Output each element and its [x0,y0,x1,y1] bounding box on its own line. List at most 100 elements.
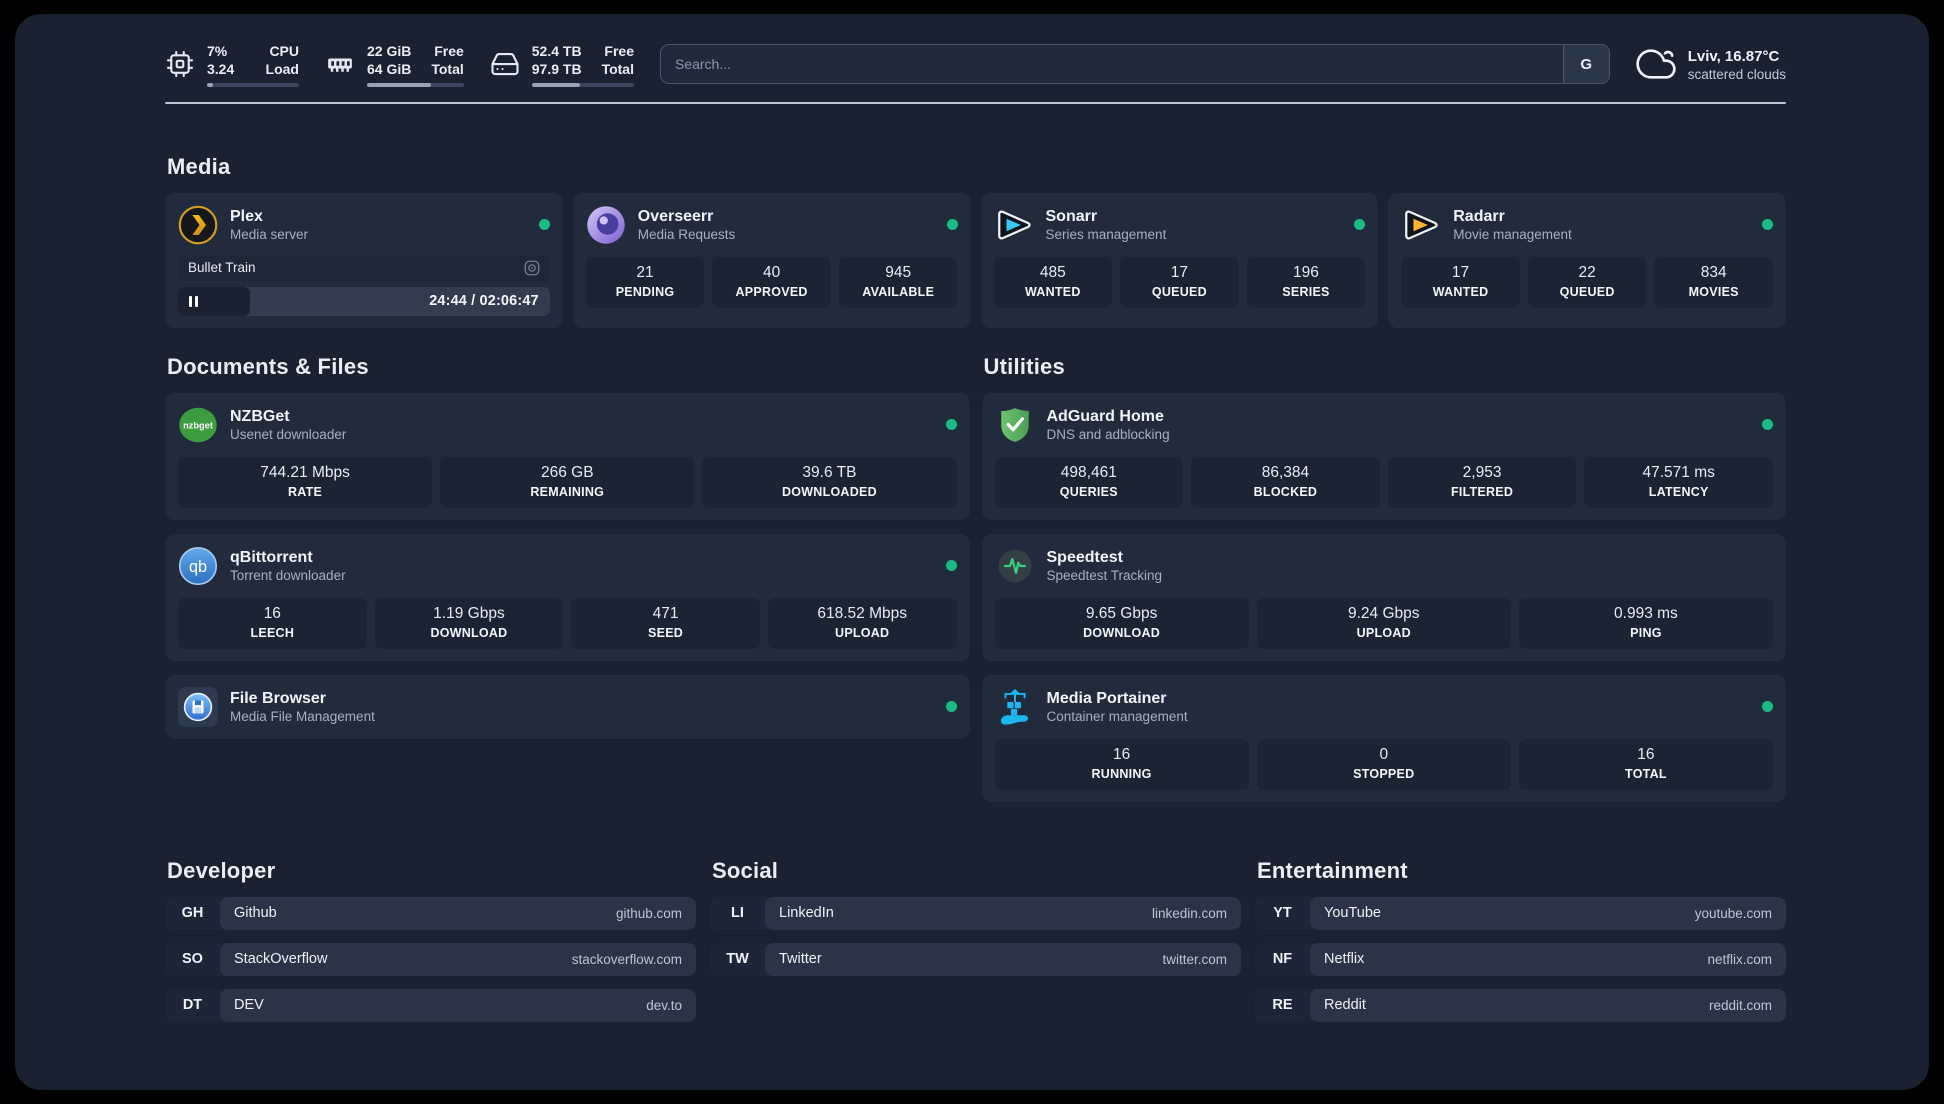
stat-download: 1.19 Gbps DOWNLOAD [374,597,564,649]
service-card-radarr[interactable]: Radarr Movie management 17 WANTED 22 QUE… [1388,192,1786,328]
memory-widget: 22 GiB 64 GiB Free Total [325,42,464,87]
memory-labels: Free Total [431,42,463,79]
resource-widgets: 7% 3.24 CPU Load 22 GiB 64 GiB Free Tota… [165,42,634,87]
service-title: Overseerr [637,207,714,225]
stat-series: 196 SERIES [1246,256,1366,308]
filebrowser-icon [178,686,218,727]
section-title-media: Media [167,153,231,179]
service-title: qBittorrent [230,548,313,566]
weather-condition: scattered clouds [1687,67,1786,83]
status-dot [945,701,957,713]
service-card-plex[interactable]: Plex Media server Bullet Train 24:44 / 0… [165,192,563,328]
stat-blocked: 86,384 BLOCKED [1191,456,1380,508]
cpu-usage-label: CPU [269,43,299,59]
service-card-overseerr[interactable]: Overseerr Media Requests 21 PENDING 40 A… [572,192,971,328]
bookmark-stackoverflow[interactable]: SO StackOverflow stackoverflow.com [165,942,696,976]
service-title: File Browser [230,689,327,707]
speedtest-icon [995,546,1035,586]
bookmark-linkedin[interactable]: LI LinkedIn linkedin.com [710,896,1241,930]
service-header-overseerr[interactable]: Overseerr Media Requests [586,205,958,245]
service-title: Sonarr [1045,207,1098,225]
service-card-filebrowser[interactable]: File Browser Media File Management [165,674,970,739]
weather-location: Lviv, 16.87°C [1687,47,1780,65]
bookmark-url: dev.to [646,997,682,1013]
service-subtitle: Torrent downloader [230,568,346,584]
svg-text:qb: qb [189,558,207,576]
service-title: Speedtest [1046,548,1123,566]
cpu-progress-fill [207,82,214,87]
bookmark-netflix[interactable]: NF Netflix netflix.com [1255,942,1786,976]
service-header-radarr[interactable]: Radarr Movie management [1401,205,1773,245]
service-card-portainer[interactable]: Media Portainer Container management 16 … [981,674,1786,802]
service-header-sonarr[interactable]: Sonarr Series management [994,205,1366,245]
stat-pending: 21 PENDING [585,256,705,308]
stat-ping: 0.993 ms PING [1518,597,1774,649]
bookmark-abbr: SO [182,951,203,968]
service-header-portainer[interactable]: Media Portainer Container management [995,687,1773,727]
stat-filtered: 2,953 FILTERED [1387,456,1577,508]
stat-queries: 498,461 QUERIES [994,456,1184,508]
bookmark-abbr: DT [182,997,203,1014]
bookmark-twitter[interactable]: TW Twitter twitter.com [710,942,1241,976]
status-dot [945,560,957,572]
memory-progress-fill [367,82,431,87]
disk-values: 52.4 TB 97.9 TB [532,42,582,79]
bookmark-name: Twitter [779,951,822,968]
bookmark-abbr: YT [1273,905,1292,922]
bookmark-url: stackoverflow.com [571,951,682,967]
bookmark-github[interactable]: GH Github github.com [165,896,696,930]
disk-labels: Free Total [602,42,634,79]
bookmark-abbr: RE [1272,997,1293,1014]
disk-widget: 52.4 TB 97.9 TB Free Total [490,42,634,87]
section-title-developer: Developer [167,857,276,883]
bookmark-name: DEV [234,997,264,1014]
service-header-filebrowser[interactable]: File Browser Media File Management [178,686,957,727]
stat-wanted: 485 WANTED [993,256,1113,308]
service-card-adguard[interactable]: AdGuard Home DNS and adblocking 498,461 … [981,392,1786,520]
bookmark-body: YouTube youtube.com [1310,896,1786,930]
service-header-qbittorrent[interactable]: qb qBittorrent Torrent downloader [178,546,957,586]
bookmark-name: Github [234,905,277,922]
stat-total: 16 TOTAL [1518,738,1774,790]
search-provider-button[interactable]: G [1562,45,1609,84]
section-utilities: Utilities AdGuard Home DNS and adblockin… [981,354,1786,802]
bookmark-reddit[interactable]: RE Reddit reddit.com [1255,988,1786,1022]
sonarr-icon [994,205,1034,245]
service-subtitle: DNS and adblocking [1046,427,1170,443]
cpu-labels: CPU Load [266,42,299,79]
status-dot [538,219,550,231]
weather-widget: Lviv, 16.87°C scattered clouds [1636,44,1786,84]
service-header-adguard[interactable]: AdGuard Home DNS and adblocking [995,405,1773,445]
now-playing-time: 24:44 / 02:06:47 [429,293,539,310]
disk-total-value: 97.9 TB [531,61,582,78]
qbittorrent-icon: qb [178,546,218,586]
memory-total-label: Total [431,61,464,78]
service-card-nzbget[interactable]: nzbget NZBGet Usenet downloader 744.21 M… [165,392,970,520]
service-card-sonarr[interactable]: Sonarr Series management 485 WANTED 17 Q… [980,192,1379,328]
search-input[interactable] [660,45,1563,84]
status-dot [946,219,958,231]
section-title-documents: Documents & Files [167,353,369,379]
plex-progress-bar[interactable]: 24:44 / 02:06:47 [178,286,550,316]
service-header-nzbget[interactable]: nzbget NZBGet Usenet downloader [178,405,957,445]
disk-free-label: Free [604,43,634,59]
status-dot [1762,701,1773,713]
bookmark-group-social: Social LI LinkedIn linkedin.com TW Twitt… [710,858,1241,989]
memory-values: 22 GiB 64 GiB [367,42,411,79]
disk-free-value: 52.4 TB [531,43,582,59]
service-header-speedtest[interactable]: Speedtest Speedtest Tracking [995,546,1774,586]
service-card-qbittorrent[interactable]: qb qBittorrent Torrent downloader 16 LEE… [165,533,970,661]
bookmark-dev[interactable]: DT DEV dev.to [165,988,696,1022]
service-title: Radarr [1453,207,1505,225]
nzbget-icon: nzbget [178,405,218,445]
bookmark-body: Netflix netflix.com [1310,942,1786,976]
service-subtitle: Media Requests [637,227,736,243]
service-subtitle: Container management [1046,709,1188,725]
bookmark-url: linkedin.com [1151,905,1227,921]
bookmark-body: Reddit reddit.com [1310,988,1786,1022]
bookmark-youtube[interactable]: YT YouTube youtube.com [1255,896,1786,930]
service-header-plex[interactable]: Plex Media server [178,205,550,245]
bookmark-name: LinkedIn [779,905,834,922]
disk-progress-fill [531,82,580,87]
service-card-speedtest[interactable]: Speedtest Speedtest Tracking 9.65 Gbps D… [981,533,1786,661]
